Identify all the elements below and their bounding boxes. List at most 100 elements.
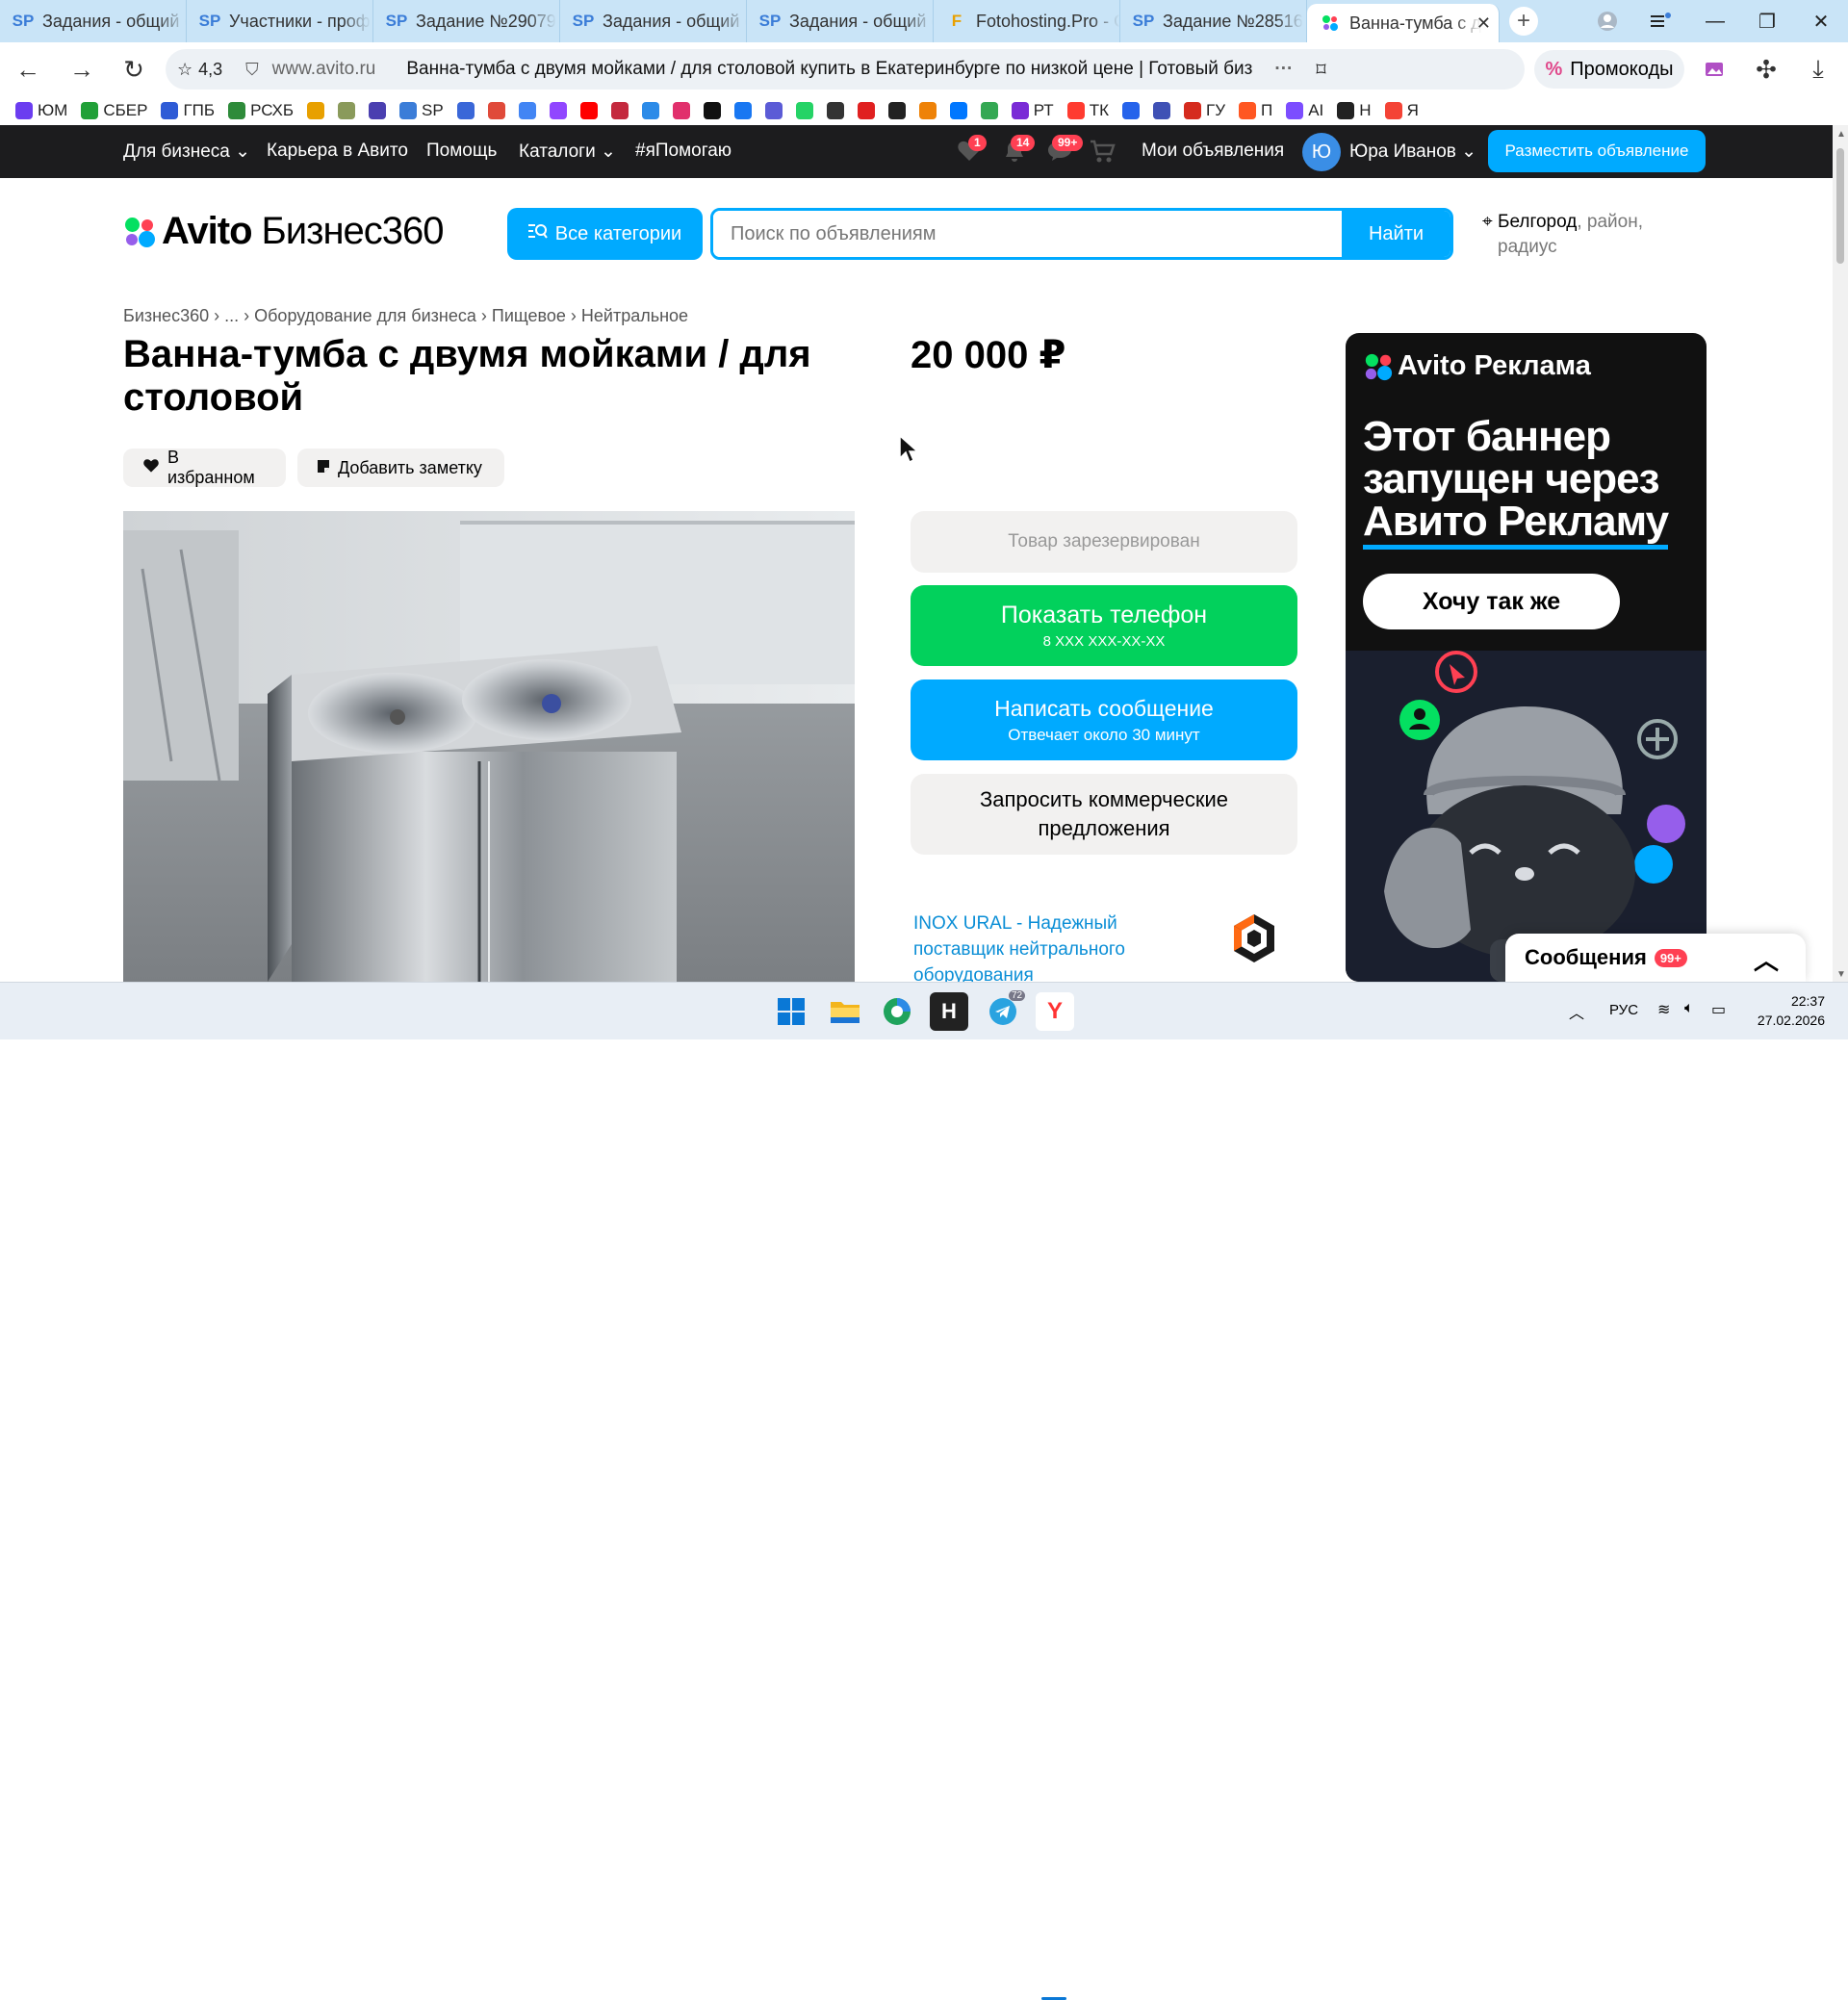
nav-for-business[interactable]: Для бизнеса ⌄	[123, 141, 250, 163]
bookmark-item[interactable]	[826, 102, 844, 119]
add-note-button[interactable]: Добавить заметку	[297, 449, 504, 487]
bookmark-item[interactable]	[733, 102, 752, 119]
bookmark-item[interactable]	[487, 102, 505, 119]
post-ad-button[interactable]: Разместить объявление	[1488, 130, 1706, 172]
bookmark-item[interactable]	[949, 102, 967, 119]
breadcrumb-item[interactable]: Нейтральное	[581, 306, 688, 325]
listing-photo[interactable]	[123, 511, 855, 982]
my-ads-link[interactable]: Мои объявления	[1142, 141, 1284, 162]
bookmark-item[interactable]	[672, 102, 690, 119]
write-message-button[interactable]: Написать сообщение Отвечает около 30 мин…	[911, 679, 1297, 760]
breadcrumb-item[interactable]: Пищевое	[492, 306, 566, 325]
shield-icon[interactable]: ⛉	[245, 60, 259, 80]
request-offers-button[interactable]: Запросить коммерческие предложения	[911, 774, 1297, 855]
tray-chevron-icon[interactable]: ︿	[1569, 1000, 1584, 1023]
volume-icon[interactable]: 🔈︎	[1684, 1000, 1694, 1017]
nav-ya-pomogayu[interactable]: #яПомогаю	[635, 141, 732, 162]
language-indicator[interactable]: РУС	[1609, 1002, 1638, 1018]
back-icon[interactable]: ←	[2, 42, 54, 96]
bookmark-item[interactable]	[980, 102, 998, 119]
bookmark-item[interactable]	[641, 102, 659, 119]
breadcrumb-item[interactable]: Бизнес360	[123, 306, 209, 325]
bookmark-item[interactable]: РСХБ	[228, 101, 294, 120]
bookmark-icon[interactable]: ⌑	[1316, 58, 1325, 82]
location-selector[interactable]: ⌖ Белгород, район, радиус	[1482, 210, 1675, 260]
profile-icon[interactable]	[1580, 0, 1634, 42]
bookmark-item[interactable]	[456, 102, 475, 119]
bookmark-item[interactable]: Я	[1384, 101, 1419, 120]
bookmark-item[interactable]	[918, 102, 937, 119]
new-tab-button[interactable]: +	[1509, 7, 1538, 36]
chevron-up-icon[interactable]: ︿	[1754, 941, 1779, 977]
windows-start-icon[interactable]	[772, 992, 810, 1031]
messages-panel[interactable]: Сообщения 99+ ︿	[1505, 934, 1806, 982]
seller-logo-icon[interactable]	[1230, 912, 1278, 969]
wifi-icon[interactable]: ≋	[1657, 1000, 1670, 1019]
tabs-menu-icon[interactable]	[1634, 0, 1688, 42]
browser-tab-3[interactable]: SP Задание №29079	[373, 0, 560, 42]
browser-tab-1[interactable]: SP Задания - общий с	[0, 0, 187, 42]
search-input[interactable]	[713, 211, 1343, 257]
nav-career[interactable]: Карьера в Авито	[267, 141, 408, 162]
address-bar[interactable]: ☆ 4,3 ⛉ www.avito.ru Ванна-тумба с двумя …	[166, 49, 1525, 90]
bookmark-item[interactable]	[703, 102, 721, 119]
all-categories-button[interactable]: Все категории	[507, 208, 703, 260]
bookmark-item[interactable]: П	[1239, 101, 1272, 120]
window-close-icon[interactable]: ✕	[1794, 0, 1848, 42]
bookmark-item[interactable]	[369, 102, 387, 119]
promocodes-button[interactable]: % Промокоды	[1534, 50, 1684, 89]
browser-tab-2[interactable]: SP Участники - проф	[187, 0, 373, 42]
reload-icon[interactable]: ↻	[108, 42, 160, 96]
avito-business360-logo[interactable]: Avito Бизнес360	[123, 210, 445, 253]
clock[interactable]: 22:37 27.02.2026	[1752, 991, 1825, 1030]
show-phone-button[interactable]: Показать телефон 8 XXX XXX-XX-XX	[911, 585, 1297, 666]
bookmark-item[interactable]: ГУ	[1183, 101, 1225, 120]
bookmark-item[interactable]	[518, 102, 536, 119]
ad-banner[interactable]: Avito Реклама Этот баннер запущен через …	[1346, 333, 1707, 982]
nav-help[interactable]: Помощь	[426, 141, 497, 162]
close-tab-icon[interactable]: ✕	[1476, 13, 1491, 34]
browser-tab-active[interactable]: Ванна-тумба с д ✕	[1307, 4, 1500, 42]
bookmark-item[interactable]	[549, 102, 567, 119]
restore-icon[interactable]: ❐	[1740, 0, 1794, 42]
bookmark-item[interactable]	[338, 102, 356, 119]
scrollbar-thumb[interactable]	[1836, 148, 1844, 264]
bookmark-item[interactable]	[795, 102, 813, 119]
avatar[interactable]: Ю	[1302, 133, 1341, 171]
browser-tab-5[interactable]: SP Задания - общий с	[747, 0, 934, 42]
forward-icon[interactable]: →	[56, 42, 108, 96]
bookmark-item[interactable]: SP	[399, 101, 444, 120]
bookmark-item[interactable]	[307, 102, 325, 119]
h-app-icon[interactable]: H	[930, 992, 968, 1031]
bookmark-item[interactable]: ТК	[1066, 101, 1109, 120]
bookmark-item[interactable]: Н	[1337, 101, 1372, 120]
bookmark-item[interactable]	[610, 102, 629, 119]
ad-cta-button[interactable]: Хочу так же	[1363, 574, 1620, 629]
downloads-icon[interactable]: ⤓	[1792, 42, 1844, 96]
browser-tab-4[interactable]: SP Задания - общий с	[560, 0, 747, 42]
bookmark-item[interactable]: ЮМ	[15, 101, 67, 120]
scroll-up-icon[interactable]: ▲	[1836, 129, 1846, 140]
more-dots-icon[interactable]: ···	[1274, 59, 1293, 80]
image-extension-icon[interactable]	[1688, 42, 1740, 96]
yandex-browser-icon[interactable]: Y	[1036, 992, 1074, 1031]
bookmark-item[interactable]	[1152, 102, 1170, 119]
browser-tab-7[interactable]: SP Задание №28516	[1120, 0, 1307, 42]
breadcrumb-item[interactable]: Оборудование для бизнеса	[254, 306, 476, 325]
extensions-icon[interactable]: ✣	[1740, 42, 1792, 96]
bookmark-item[interactable]: СБЕР	[81, 101, 147, 120]
bookmark-item[interactable]	[1121, 102, 1140, 119]
search-submit-button[interactable]: Найти	[1342, 211, 1450, 257]
cart-icon[interactable]	[1090, 139, 1116, 169]
browser-tab-6[interactable]: F Fotohosting.Pro - С	[934, 0, 1120, 42]
battery-icon[interactable]: ▭	[1711, 1000, 1726, 1019]
seller-name-link[interactable]: INOX URAL - Надежный поставщик нейтральн…	[913, 910, 1164, 982]
file-explorer-icon[interactable]	[826, 992, 864, 1031]
scroll-down-icon[interactable]: ▼	[1836, 969, 1846, 980]
bookmark-item[interactable]: AI	[1286, 101, 1323, 120]
site-rating[interactable]: ☆ 4,3	[177, 60, 222, 80]
nav-catalogs[interactable]: Каталоги ⌄	[519, 141, 616, 163]
page-scrollbar[interactable]: ▲ ▼	[1833, 125, 1848, 982]
favorite-button[interactable]: В избранном	[123, 448, 286, 487]
bookmark-item[interactable]: ГПБ	[161, 101, 215, 120]
